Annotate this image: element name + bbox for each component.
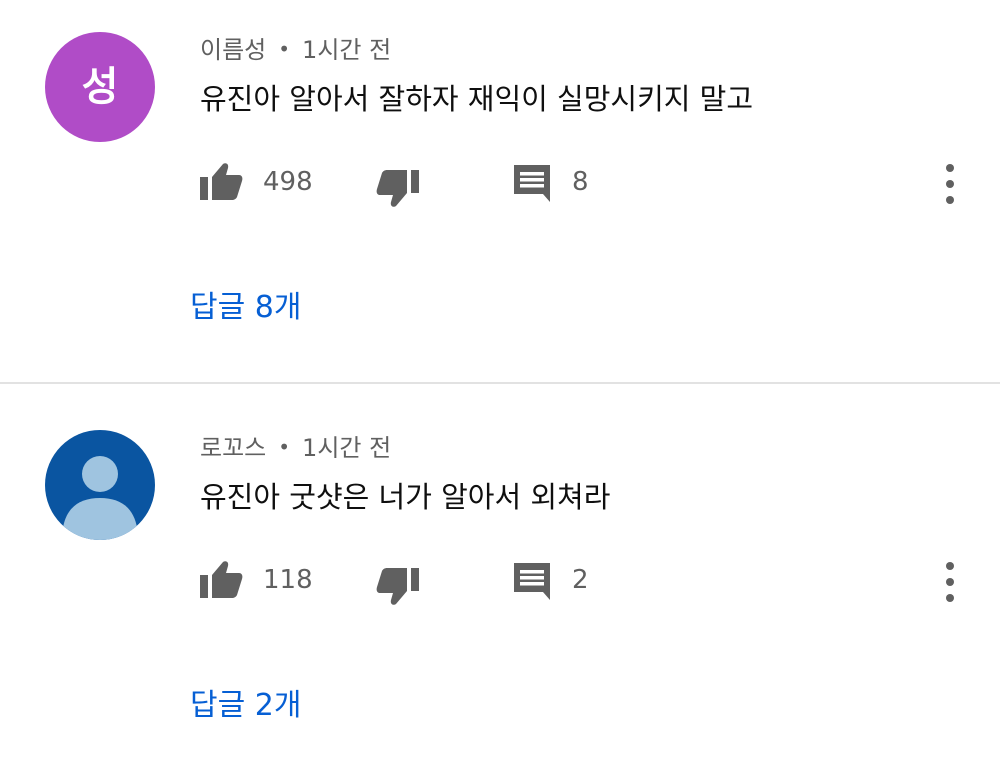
avatar[interactable]: 성: [45, 32, 155, 142]
dislike-button[interactable]: [376, 564, 420, 608]
meta-separator: •: [278, 435, 291, 459]
default-user-icon: [62, 456, 138, 540]
thumb-down-icon: [376, 568, 419, 605]
reply-count: 8: [572, 167, 589, 197]
like-count: 498: [263, 167, 313, 197]
like-button[interactable]: 118: [199, 558, 313, 602]
view-replies-link[interactable]: 답글 2개: [190, 680, 301, 724]
thumb-down-icon: [376, 170, 419, 207]
reply-comment-icon: [514, 165, 550, 202]
more-options-button[interactable]: [930, 162, 970, 206]
reply-button[interactable]: 2: [512, 558, 589, 602]
comment-text: 유진아 알아서 잘하자 재익이 실망시키지 말고: [200, 82, 754, 116]
avatar[interactable]: [45, 430, 155, 540]
comment-text: 유진아 굿샷은 너가 알아서 외쳐라: [200, 480, 611, 514]
more-vert-icon: [946, 562, 954, 602]
reply-button[interactable]: 8: [512, 160, 589, 204]
thumb-up-icon: [200, 163, 243, 200]
reply-comment-icon: [514, 563, 550, 600]
avatar-letter: 성: [81, 64, 119, 110]
author-name[interactable]: 이름성: [200, 36, 266, 64]
like-button[interactable]: 498: [199, 160, 313, 204]
dislike-button[interactable]: [376, 166, 420, 210]
comment-item: 성 이름성 • 1시간 전 유진아 알아서 잘하자 재익이 실망시키지 말고 498…: [0, 0, 1000, 384]
comment-meta: 로꼬스 • 1시간 전: [200, 428, 391, 463]
author-name[interactable]: 로꼬스: [200, 434, 266, 462]
view-replies-link[interactable]: 답글 8개: [190, 282, 301, 326]
more-vert-icon: [946, 164, 954, 204]
more-options-button[interactable]: [930, 560, 970, 604]
comment-meta: 이름성 • 1시간 전: [200, 30, 391, 65]
like-count: 118: [263, 565, 313, 595]
reply-count: 2: [572, 565, 589, 595]
thumb-up-icon: [200, 561, 243, 598]
meta-separator: •: [278, 37, 291, 61]
comment-time: 1시간 전: [302, 434, 392, 462]
comment-item: 로꼬스 • 1시간 전 유진아 굿샷은 너가 알아서 외쳐라 118 2 답글 2: [0, 384, 1000, 768]
comment-time: 1시간 전: [302, 36, 392, 64]
